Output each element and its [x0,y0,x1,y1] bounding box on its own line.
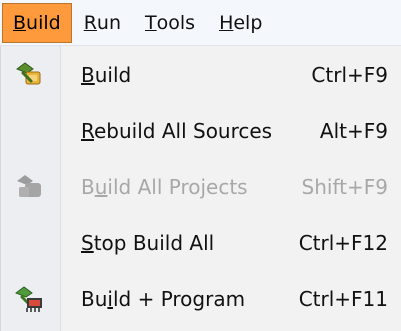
menu-item-build-program-shortcut: Ctrl+F11 [298,287,388,311]
build-icon [13,59,47,91]
menu-run[interactable]: Run [72,3,133,43]
build-program-icon [13,283,47,315]
menu-item-build-all-projects: Build All Projects Shift+F9 [1,159,401,215]
menu-item-rebuild-all-sources-shortcut: Alt+F9 [319,119,388,143]
menu-tools[interactable]: Tools [133,3,207,43]
menu-build[interactable]: Build [2,3,72,43]
menu-run-accesskey: R [83,12,97,34]
menu-item-build-program-label: Build + Program [81,287,246,311]
menu-build-label: uild [26,12,61,34]
menu-tools-label: ools [156,12,196,34]
menu-item-rebuild-all-sources[interactable]: Rebuild All Sources Alt+F9 [1,103,401,159]
menu-item-stop-build-all-shortcut: Ctrl+F12 [298,231,388,255]
menu-item-build-all-projects-label: Build All Projects [81,175,248,199]
menu-item-build-label: Build [81,63,132,87]
menu-help-accesskey: H [219,12,234,34]
menu-item-build-shortcut: Ctrl+F9 [311,63,388,87]
menu-item-build-all-projects-shortcut: Shift+F9 [301,175,388,199]
menu-item-rebuild-all-sources-label: Rebuild All Sources [81,119,273,143]
menu-help[interactable]: Help [207,3,274,43]
menu-run-label: un [96,12,122,34]
build-dropdown-menu: Build Ctrl+F9 Rebuild All Sources Alt+F9… [0,46,401,331]
menu-item-build[interactable]: Build Ctrl+F9 [1,47,401,103]
menu-item-stop-build-all[interactable]: Stop Build All Ctrl+F12 [1,215,401,271]
menu-item-build-program[interactable]: Build + Program Ctrl+F11 [1,271,401,327]
menu-bar: Build Run Tools Help [0,0,401,46]
build-all-projects-icon [13,171,47,203]
menu-build-accesskey: B [13,12,27,34]
menu-tools-accesskey: T [145,12,157,34]
menu-item-stop-build-all-label: Stop Build All [81,231,215,255]
menu-help-label: elp [233,12,263,34]
